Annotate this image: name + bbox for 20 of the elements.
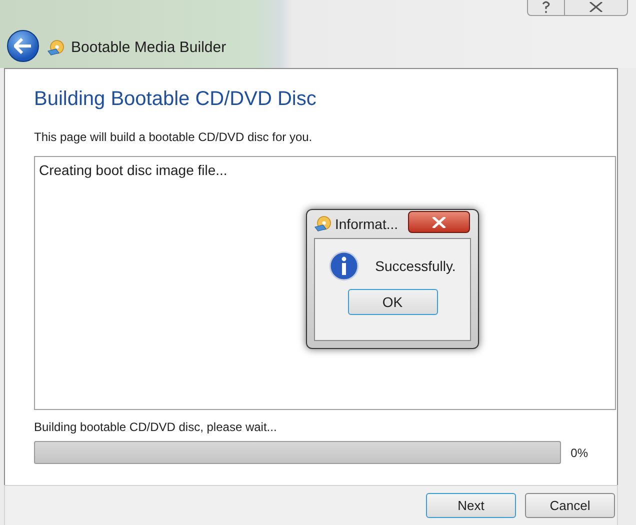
progress-label: Building bootable CD/DVD disc, please wait... (34, 419, 278, 436)
dialog-message: Successfully. (375, 256, 456, 276)
dialog-title: Informat... (335, 214, 398, 234)
close-icon (589, 2, 603, 12)
ok-button[interactable]: OK (348, 289, 438, 315)
app-icon (47, 40, 65, 56)
info-icon (329, 251, 360, 281)
page-heading: Building Bootable CD/DVD Disc (34, 87, 318, 112)
close-icon (432, 216, 446, 228)
help-icon (541, 1, 551, 13)
dialog-button[interactable]: Next (426, 493, 516, 518)
dialog-app-icon (314, 216, 332, 232)
window-title: Bootable Media Builder (71, 38, 226, 58)
dialog-close-button[interactable] (408, 211, 470, 233)
dialog-button[interactable]: Cancel (525, 493, 615, 518)
log-line: Creating boot disc image file... (39, 161, 228, 180)
progress-percentage: 0% (570, 444, 588, 462)
back-arrow-icon (14, 38, 32, 54)
back-button[interactable] (7, 30, 39, 62)
page-description: This page will build a bootable CD/DVD disc for you. (34, 129, 314, 146)
